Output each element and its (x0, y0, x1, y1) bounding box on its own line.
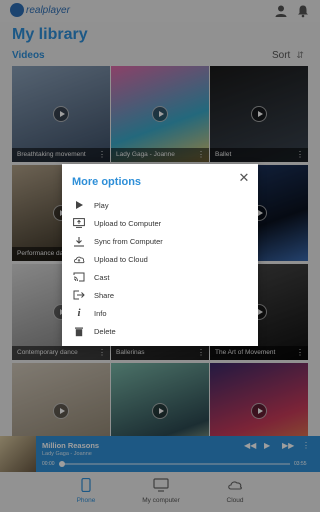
menu-item-upload-to-computer[interactable]: Upload to Computer (62, 214, 258, 232)
menu-item-info[interactable]: i Info (62, 304, 258, 322)
menu-label: Share (94, 290, 115, 300)
menu-label: Info (94, 308, 107, 318)
menu-item-share[interactable]: Share (62, 286, 258, 304)
menu-label: Cast (94, 272, 110, 282)
play-icon (73, 199, 85, 211)
menu-label: Upload to Cloud (94, 254, 148, 264)
computer-upload-icon (73, 217, 85, 229)
menu-label: Upload to Computer (94, 218, 162, 228)
close-icon[interactable]: ✕ (238, 171, 250, 184)
cast-icon (73, 271, 85, 283)
menu-label: Delete (94, 326, 116, 336)
menu-item-cast[interactable]: Cast (62, 268, 258, 286)
cloud-upload-icon (73, 253, 85, 265)
options-menu: Play Upload to Computer Sync from Comput… (62, 196, 258, 340)
menu-item-play[interactable]: Play (62, 196, 258, 214)
menu-item-delete[interactable]: Delete (62, 322, 258, 340)
menu-label: Play (94, 200, 109, 210)
trash-icon (73, 325, 85, 337)
menu-label: Sync from Computer (94, 236, 163, 246)
info-icon: i (77, 307, 81, 319)
share-icon (73, 289, 85, 301)
menu-item-sync-from-computer[interactable]: Sync from Computer (62, 232, 258, 250)
menu-item-upload-to-cloud[interactable]: Upload to Cloud (62, 250, 258, 268)
dialog-title: More options (72, 176, 142, 188)
more-options-dialog: More options ✕ Play Upload to Computer S… (62, 164, 258, 346)
download-icon (73, 235, 85, 247)
